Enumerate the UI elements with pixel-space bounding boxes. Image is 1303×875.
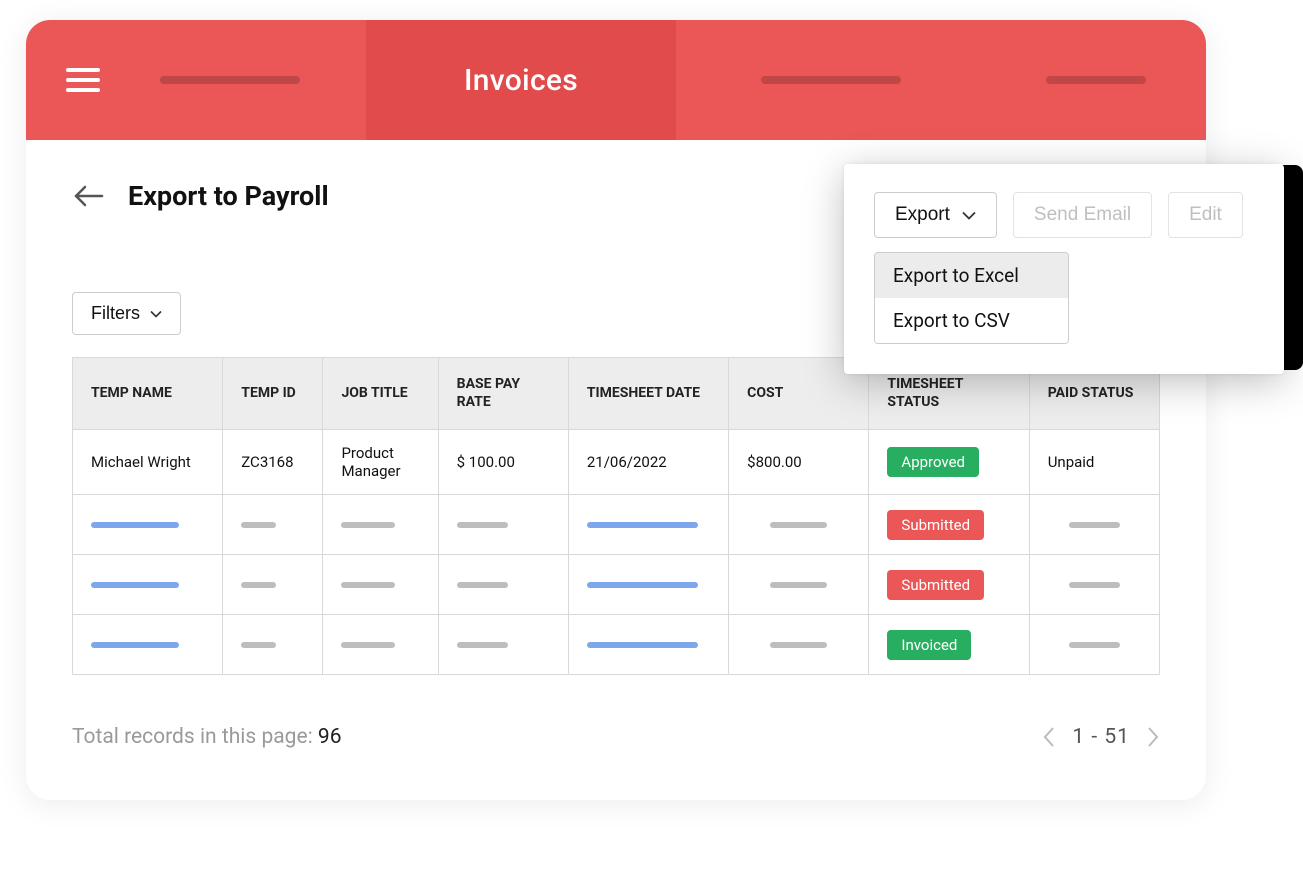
cell-cost [729, 555, 869, 615]
cell-temp-id: ZC3168 [223, 430, 323, 495]
payroll-table: TEMP NAME TEMP ID JOB TITLE BASE PAY RAT… [72, 357, 1160, 675]
back-arrow-icon[interactable] [72, 184, 104, 208]
page-title: Export to Payroll [128, 180, 329, 212]
tab-invoices-label: Invoices [464, 63, 578, 98]
table-row: Michael Wright ZC3168 Product Manager $ … [73, 430, 1160, 495]
total-records-label: Total records in this page: 96 [72, 725, 342, 749]
status-badge: Submitted [887, 510, 984, 540]
export-button-label: Export [895, 204, 950, 226]
status-badge: Submitted [887, 570, 984, 600]
chevron-down-icon [150, 310, 162, 318]
pager-range: 1 - 51 [1072, 725, 1130, 749]
col-header-temp-id[interactable]: TEMP ID [223, 358, 323, 430]
send-email-button-label: Send Email [1034, 204, 1131, 226]
topbar: Invoices [26, 20, 1206, 140]
table-row: Invoiced [73, 615, 1160, 675]
cell-job-title [323, 495, 438, 555]
col-header-timesheet-date[interactable]: TIMESHEET DATE [568, 358, 728, 430]
cell-base-pay-rate [438, 615, 568, 675]
total-records-count: 96 [318, 725, 342, 749]
export-dropdown-menu: Export to Excel Export to CSV [874, 252, 1069, 344]
cell-base-pay-rate [438, 495, 568, 555]
cell-timesheet-date[interactable] [568, 555, 728, 615]
status-badge: Approved [887, 447, 979, 477]
cell-temp-id [223, 615, 323, 675]
cell-timesheet-status: Submitted [869, 555, 1029, 615]
col-header-temp-name[interactable]: TEMP NAME [73, 358, 223, 430]
cell-base-pay-rate: $ 100.00 [438, 430, 568, 495]
pager: 1 - 51 [1042, 725, 1160, 749]
topbar-tab-placeholder[interactable] [160, 76, 300, 84]
table-row: Submitted [73, 555, 1160, 615]
edit-button[interactable]: Edit [1168, 192, 1243, 238]
cell-paid-status [1029, 615, 1159, 675]
topbar-tab-placeholder-2[interactable] [676, 20, 986, 140]
cell-timesheet-date[interactable]: 21/06/2022 [568, 430, 728, 495]
topbar-left [26, 20, 366, 140]
cell-temp-name[interactable]: Michael Wright [73, 430, 223, 495]
pager-next-icon[interactable] [1146, 725, 1160, 749]
cell-timesheet-status: Invoiced [869, 615, 1029, 675]
col-header-base-pay-rate[interactable]: BASE PAY RATE [438, 358, 568, 430]
cell-job-title [323, 555, 438, 615]
cell-paid-status: Unpaid [1029, 430, 1159, 495]
menu-icon[interactable] [66, 68, 100, 92]
table-row: Submitted [73, 495, 1160, 555]
cell-cost: $800.00 [729, 430, 869, 495]
cell-temp-id [223, 495, 323, 555]
cell-temp-name[interactable] [73, 555, 223, 615]
export-to-csv-item[interactable]: Export to CSV [875, 298, 1068, 343]
cell-timesheet-date[interactable] [568, 495, 728, 555]
col-header-job-title[interactable]: JOB TITLE [323, 358, 438, 430]
total-records-text: Total records in this page: [72, 725, 318, 749]
cell-cost [729, 615, 869, 675]
filters-button[interactable]: Filters [72, 292, 181, 335]
cell-base-pay-rate [438, 555, 568, 615]
cell-temp-name[interactable] [73, 615, 223, 675]
send-email-button[interactable]: Send Email [1013, 192, 1152, 238]
cell-cost [729, 495, 869, 555]
topbar-tab-placeholder-3[interactable] [986, 20, 1206, 140]
pager-prev-icon[interactable] [1042, 725, 1056, 749]
cell-job-title: Product Manager [323, 430, 438, 495]
export-to-excel-item[interactable]: Export to Excel [875, 253, 1068, 298]
table-footer: Total records in this page: 96 1 - 51 [72, 725, 1160, 749]
app-window: Invoices Export to Payroll Filters [26, 20, 1206, 800]
cell-temp-id [223, 555, 323, 615]
export-popover: Export Send Email Edit Export to Excel E… [844, 164, 1284, 374]
cell-temp-name[interactable] [73, 495, 223, 555]
cell-job-title [323, 615, 438, 675]
tab-invoices[interactable]: Invoices [366, 20, 676, 140]
edit-button-label: Edit [1189, 204, 1222, 226]
cell-timesheet-status: Submitted [869, 495, 1029, 555]
export-button[interactable]: Export [874, 192, 997, 238]
filters-button-label: Filters [91, 303, 140, 324]
cell-timesheet-status: Approved [869, 430, 1029, 495]
status-badge: Invoiced [887, 630, 971, 660]
cell-timesheet-date[interactable] [568, 615, 728, 675]
cell-paid-status [1029, 495, 1159, 555]
chevron-down-icon [962, 211, 976, 220]
cell-paid-status [1029, 555, 1159, 615]
